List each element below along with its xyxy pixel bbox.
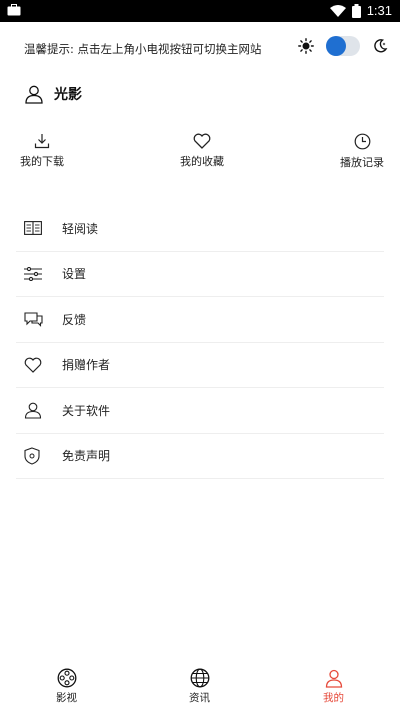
menu-item-label: 捐赠作者 xyxy=(62,358,111,373)
film-reel-icon xyxy=(57,668,77,688)
play-history-label: 播放记录 xyxy=(340,156,384,169)
globe-icon xyxy=(190,668,210,688)
menu-item-label: 反馈 xyxy=(62,312,87,327)
bottom-tab-bar: 影视 资讯 我的 xyxy=(0,662,400,710)
tab-movies[interactable]: 影视 xyxy=(56,668,77,705)
menu-item-label: 设置 xyxy=(62,267,87,282)
user-icon xyxy=(16,401,52,419)
tab-label: 影视 xyxy=(56,692,77,704)
tab-label: 我的 xyxy=(323,692,344,704)
briefcase-icon xyxy=(7,4,21,16)
my-downloads-button[interactable]: 我的下载 xyxy=(20,133,64,169)
menu-item-label: 关于软件 xyxy=(62,403,111,418)
sun-icon[interactable] xyxy=(298,38,314,54)
tab-mine[interactable]: 我的 xyxy=(323,668,344,705)
menu-item-disclaimer[interactable]: 免责声明 xyxy=(16,434,384,479)
shield-icon xyxy=(16,447,52,465)
download-icon xyxy=(34,133,50,149)
menu-item-feedback[interactable]: 反馈 xyxy=(16,297,384,343)
heart-icon xyxy=(193,133,211,149)
heart-icon xyxy=(16,357,52,373)
menu-item-settings[interactable]: 设置 xyxy=(16,252,384,297)
book-icon xyxy=(16,221,52,236)
my-downloads-label: 我的下载 xyxy=(20,155,64,168)
menu-item-donate[interactable]: 捐赠作者 xyxy=(16,343,384,388)
clock-time: 1:31 xyxy=(366,3,392,18)
wifi-icon xyxy=(329,4,346,17)
user-icon xyxy=(24,84,44,104)
user-profile[interactable]: 光影 xyxy=(24,84,82,104)
moon-icon[interactable] xyxy=(372,38,388,54)
feedback-icon xyxy=(16,312,52,327)
notice-text: 温馨提示: 点击左上角小电视按钮可切换主网站 xyxy=(24,42,262,56)
battery-icon xyxy=(351,3,361,18)
theme-switcher xyxy=(298,36,388,56)
clock-icon xyxy=(354,133,371,150)
my-favorites-label: 我的收藏 xyxy=(180,155,224,168)
settings-menu: 轻阅读 设置 反馈 捐赠作者 关于软件 免责声明 xyxy=(16,206,384,479)
tab-news[interactable]: 资讯 xyxy=(189,668,210,705)
status-bar: 1:31 xyxy=(0,0,400,22)
user-name: 光影 xyxy=(54,87,82,103)
menu-item-label: 轻阅读 xyxy=(62,221,99,236)
tab-label: 资讯 xyxy=(189,692,210,704)
menu-item-about[interactable]: 关于软件 xyxy=(16,388,384,434)
toggle-knob xyxy=(326,36,346,56)
menu-item-label: 免责声明 xyxy=(62,449,111,464)
my-favorites-button[interactable]: 我的收藏 xyxy=(180,133,224,169)
quick-actions: 我的下载 我的收藏 播放记录 xyxy=(0,133,400,177)
profile-icon xyxy=(324,668,344,688)
menu-item-light-reading[interactable]: 轻阅读 xyxy=(16,206,384,252)
sliders-icon xyxy=(16,266,52,281)
play-history-button[interactable]: 播放记录 xyxy=(340,133,384,170)
theme-toggle[interactable] xyxy=(326,36,360,56)
